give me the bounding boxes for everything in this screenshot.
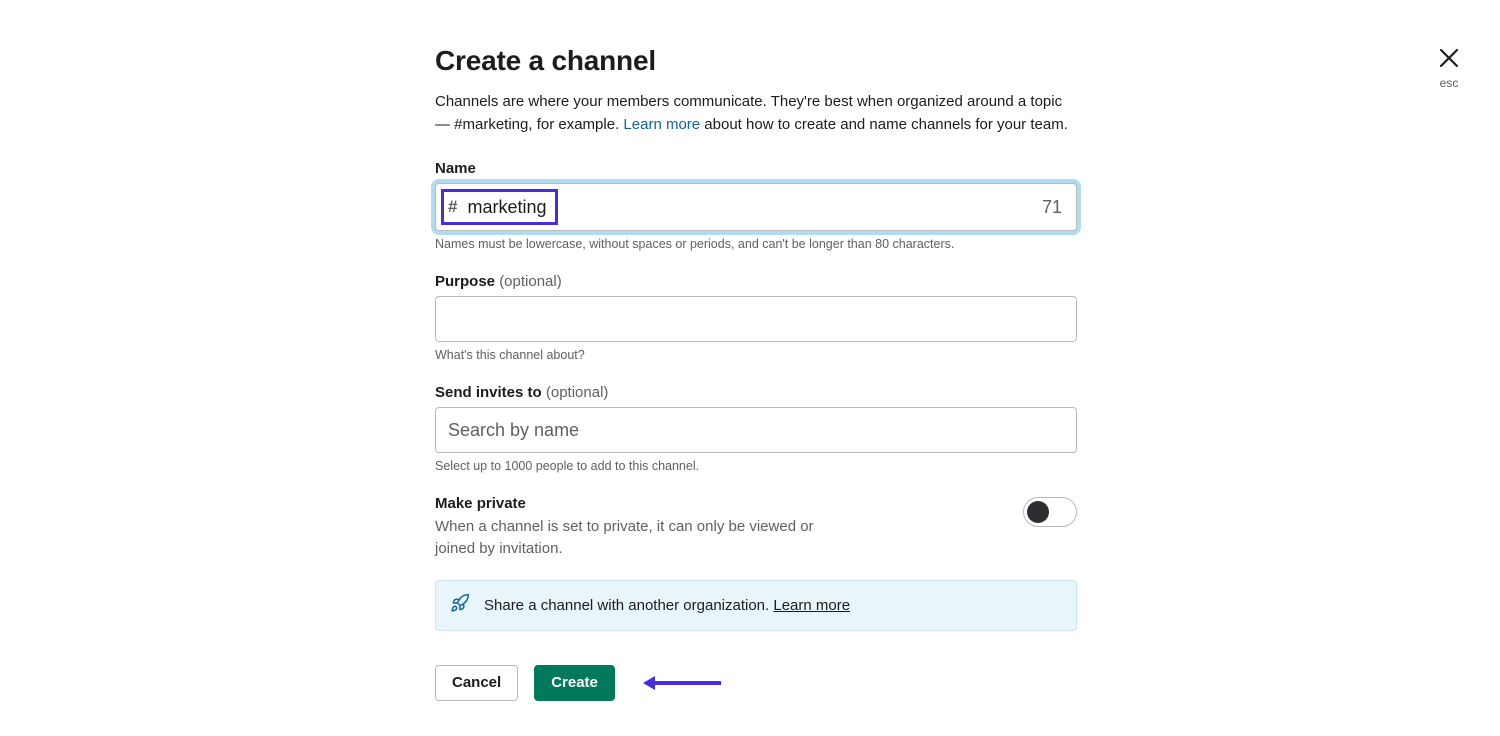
invites-label: Send invites to (optional) [435, 384, 1077, 401]
purpose-input[interactable] [435, 296, 1077, 342]
toggle-knob [1027, 501, 1049, 523]
share-learn-more-link[interactable]: Learn more [773, 597, 850, 614]
share-text-pre: Share a channel with another organizatio… [484, 597, 773, 614]
hash-icon: # [448, 197, 457, 217]
purpose-optional: (optional) [499, 273, 562, 290]
invites-optional: (optional) [546, 384, 609, 401]
close-button[interactable]: esc [1438, 46, 1460, 90]
invites-hint: Select up to 1000 people to add to this … [435, 459, 1077, 473]
learn-more-link[interactable]: Learn more [623, 116, 700, 133]
close-icon [1438, 46, 1460, 74]
share-text: Share a channel with another organizatio… [484, 597, 850, 614]
private-desc: When a channel is set to private, it can… [435, 516, 855, 560]
rocket-icon [450, 593, 470, 618]
name-highlight-box: # marketing [441, 189, 558, 225]
modal-title: Create a channel [435, 45, 1077, 77]
cancel-button[interactable]: Cancel [435, 665, 518, 701]
name-label: Name [435, 160, 1077, 177]
char-count: 71 [1042, 197, 1062, 218]
invites-label-text: Send invites to [435, 384, 546, 401]
subtitle-post: about how to create and name channels fo… [700, 116, 1068, 133]
purpose-label-text: Purpose [435, 273, 499, 290]
annotation-arrow [643, 676, 721, 690]
channel-name-input[interactable]: # marketing 71 [435, 183, 1077, 231]
share-banner: Share a channel with another organizatio… [435, 580, 1077, 631]
purpose-hint: What's this channel about? [435, 348, 1077, 362]
create-channel-modal: Create a channel Channels are where your… [435, 45, 1077, 701]
create-button[interactable]: Create [534, 665, 615, 701]
close-label: esc [1438, 76, 1460, 90]
modal-subtitle: Channels are where your members communic… [435, 91, 1075, 136]
private-title: Make private [435, 495, 1003, 512]
invites-input[interactable] [435, 407, 1077, 453]
modal-footer: Cancel Create [435, 665, 1077, 701]
private-toggle[interactable] [1023, 497, 1077, 527]
channel-name-value: marketing [467, 197, 546, 218]
purpose-label: Purpose (optional) [435, 273, 1077, 290]
name-hint: Names must be lowercase, without spaces … [435, 237, 1077, 251]
